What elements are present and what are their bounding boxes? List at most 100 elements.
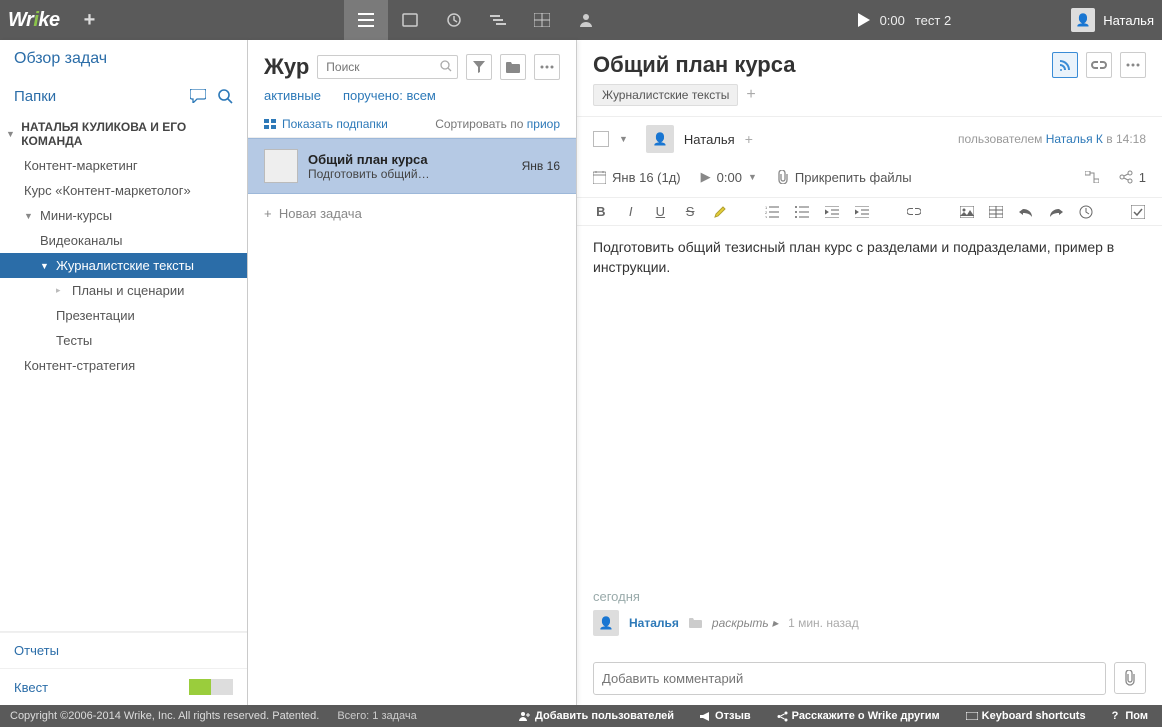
tree-item[interactable]: Контент-стратегия	[0, 353, 247, 378]
status-checkbox[interactable]	[593, 131, 609, 147]
italic-button[interactable]: I	[623, 204, 639, 219]
tree-item[interactable]: ▸Планы и сценарии	[0, 278, 247, 303]
comment-attach-button[interactable]	[1114, 662, 1146, 694]
image-button[interactable]	[959, 206, 975, 218]
status-dropdown[interactable]: ▼	[619, 134, 628, 144]
tree-item[interactable]: Тесты	[0, 328, 247, 353]
subfolder-icon	[264, 119, 276, 129]
sidebar-overview[interactable]: Обзор задач	[0, 40, 247, 78]
sort-control[interactable]: Сортировать по приор	[435, 117, 560, 131]
sidebar-reports[interactable]: Отчеты	[0, 632, 247, 668]
new-task-button[interactable]: + Новая задача	[248, 194, 576, 233]
attach-control[interactable]: Прикрепить файлы	[777, 170, 912, 185]
sidebar-bottom: Отчеты Квест	[0, 631, 247, 705]
history-button[interactable]	[1078, 205, 1094, 219]
task-item[interactable]: Общий план курса Подготовить общий… Янв …	[248, 138, 576, 194]
add-assignee-button[interactable]: +	[745, 131, 753, 147]
folder-button[interactable]	[500, 54, 526, 80]
editor-toolbar: B I U S 123	[577, 198, 1162, 226]
undo-button[interactable]	[1018, 207, 1034, 217]
redo-button[interactable]	[1048, 207, 1064, 217]
created-user[interactable]: Наталья К	[1046, 132, 1103, 146]
comment-input[interactable]	[593, 662, 1106, 695]
view-table-icon[interactable]	[520, 0, 564, 40]
tree-item-selected[interactable]: ▼Журналистские тексты	[0, 253, 247, 278]
rss-button[interactable]	[1052, 52, 1078, 78]
topbar-timer[interactable]: 0:00 тест 2	[858, 13, 952, 28]
quest-toggle[interactable]	[189, 679, 233, 695]
keyboard-icon	[966, 712, 978, 720]
timer-time: 0:00	[880, 13, 905, 28]
assignee-row: ▼ 👤 Наталья + пользователем Наталья К в …	[577, 116, 1162, 161]
underline-button[interactable]: U	[653, 204, 669, 219]
view-board-icon[interactable]	[388, 0, 432, 40]
view-timelog-icon[interactable]	[432, 0, 476, 40]
play-icon: ▶	[701, 169, 711, 185]
checklist-button[interactable]	[1130, 205, 1146, 219]
outdent-button[interactable]	[824, 206, 840, 218]
footer-shortcuts[interactable]: Keyboard shortcuts	[962, 710, 1090, 722]
tree-item[interactable]: Видеоканалы	[0, 228, 247, 253]
activity-stream: сегодня 👤 Наталья раскрыть ▸ 1 мин. наза…	[577, 573, 1162, 652]
more-button[interactable]	[534, 54, 560, 80]
tab-assigned[interactable]: поручено: всем	[343, 88, 436, 103]
comment-icon[interactable]	[190, 89, 206, 104]
tab-active[interactable]: активные	[264, 88, 321, 103]
tasklist-heading: Жур	[264, 54, 309, 80]
activity-user[interactable]: Наталья	[629, 616, 679, 630]
tree-team[interactable]: ▼НАТАЛЬЯ КУЛИКОВА И ЕГО КОМАНДА	[0, 115, 247, 153]
folder-tag[interactable]: Журналистские тексты	[593, 84, 738, 106]
sidebar-quest[interactable]: Квест	[0, 668, 247, 705]
tree-label: Презентации	[56, 308, 135, 323]
tree-item[interactable]: ▼Мини-курсы	[0, 203, 247, 228]
view-gantt-icon[interactable]	[476, 0, 520, 40]
tag-row: Журналистские тексты +	[577, 84, 1162, 116]
tasklist-search-input[interactable]	[317, 55, 458, 79]
activity-avatar: 👤	[593, 610, 619, 636]
tasklist-header: Жур	[248, 40, 576, 84]
view-list-icon[interactable]	[344, 0, 388, 40]
table-editor-button[interactable]	[989, 206, 1005, 218]
activity-action[interactable]: раскрыть ▸	[712, 616, 778, 630]
link-editor-button[interactable]	[906, 208, 922, 215]
svg-text:3: 3	[765, 215, 768, 218]
footer-feedback[interactable]: Отзыв	[696, 710, 755, 722]
bold-button[interactable]: B	[593, 204, 609, 219]
show-subfolders-label: Показать подпапки	[282, 117, 388, 131]
filter-button[interactable]	[466, 54, 492, 80]
tree-item[interactable]: Контент-маркетинг	[0, 153, 247, 178]
timer-control[interactable]: ▶ 0:00 ▼	[701, 169, 757, 185]
ol-button[interactable]: 123	[765, 206, 781, 218]
detail-title[interactable]: Общий план курса	[593, 52, 1044, 78]
add-tag-button[interactable]: +	[746, 86, 755, 104]
share-footer-icon	[777, 711, 788, 722]
search-icon[interactable]	[440, 60, 452, 72]
tree-item[interactable]: Курс «Контент-маркетолог»	[0, 178, 247, 203]
assignee-name[interactable]: Наталья	[684, 132, 735, 147]
tree-item[interactable]: Презентации	[0, 303, 247, 328]
ul-button[interactable]	[794, 206, 810, 218]
tree-label: Тесты	[56, 333, 92, 348]
topbar-add-button[interactable]: +	[84, 9, 96, 32]
link-button[interactable]	[1086, 52, 1112, 78]
show-subfolders[interactable]: Показать подпапки	[264, 117, 388, 131]
more-button[interactable]	[1120, 52, 1146, 78]
sidebar-folders[interactable]: Папки	[0, 78, 247, 115]
search-icon[interactable]	[218, 89, 233, 104]
footer-tell[interactable]: Расскажите о Wrike другим	[773, 710, 944, 722]
date-control[interactable]: Янв 16 (1д)	[593, 170, 681, 185]
footer-add-users[interactable]: Добавить пользователей	[515, 710, 678, 722]
topbar-user[interactable]: 👤 Наталья	[1071, 8, 1154, 32]
user-name: Наталья	[1103, 13, 1154, 28]
highlight-button[interactable]	[712, 205, 728, 219]
share-count: 1	[1139, 170, 1146, 185]
description-editor[interactable]: Подготовить общий тезисный план курс с р…	[577, 226, 1162, 289]
share-control[interactable]: 1	[1119, 170, 1146, 185]
dependency-control[interactable]	[1085, 171, 1099, 183]
footer-help[interactable]: ? Пом	[1108, 710, 1152, 722]
created-meta: пользователем Наталья К в 14:18	[958, 132, 1146, 146]
strike-button[interactable]: S	[682, 204, 698, 219]
avatar: 👤	[1071, 8, 1095, 32]
view-workload-icon[interactable]	[564, 0, 608, 40]
indent-button[interactable]	[854, 206, 870, 218]
